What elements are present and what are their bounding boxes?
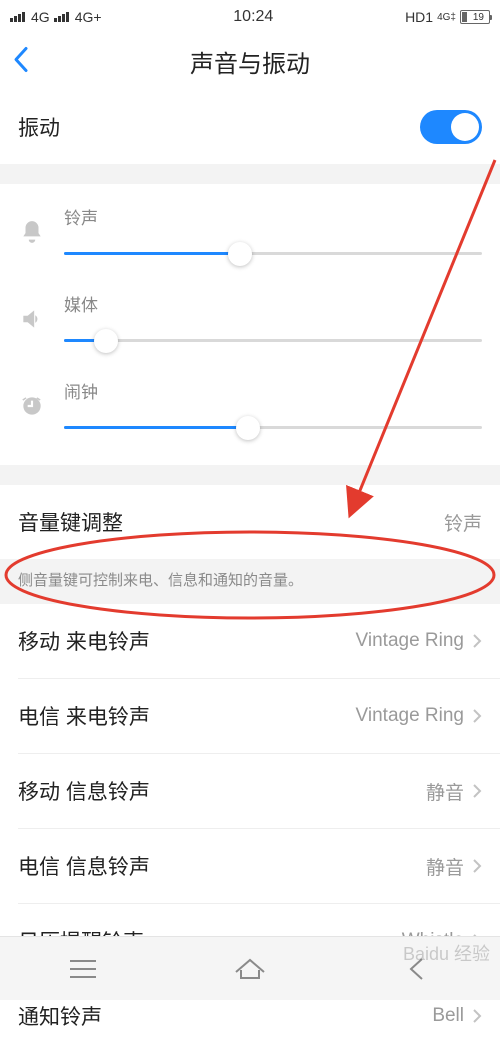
status-left: 4G 4G+ — [10, 9, 102, 25]
page-title: 声音与振动 — [190, 44, 310, 79]
ringtone-label: 通知铃声 — [18, 1001, 102, 1031]
battery-icon: 19 — [460, 10, 490, 24]
media-slider-label: 媒体 — [64, 291, 482, 316]
media-slider-row: 媒体 — [18, 291, 482, 356]
ringtone-label: 移动 信息铃声 — [18, 776, 150, 806]
home-icon — [233, 956, 267, 982]
nav-home-button[interactable] — [210, 949, 290, 989]
vibration-row[interactable]: 振动 — [0, 90, 500, 164]
chevron-right-icon — [472, 1008, 482, 1024]
ringtone-value: 静音 — [426, 853, 482, 880]
watermark: Baidu 经验 — [403, 940, 490, 966]
net-small: 4G‡ — [437, 12, 456, 23]
volume-key-value: 铃声 — [444, 509, 482, 536]
section-gap — [0, 465, 500, 485]
section-gap — [0, 164, 500, 184]
ringtone-slider[interactable] — [64, 239, 482, 269]
chevron-right-icon — [472, 708, 482, 724]
ringtone-label: 电信 来电铃声 — [18, 701, 150, 731]
ringtone-row-telecom_call[interactable]: 电信 来电铃声 Vintage Ring — [0, 679, 500, 753]
page-header: 声音与振动 — [0, 34, 500, 90]
ringtone-slider-label: 铃声 — [64, 204, 482, 229]
status-time: 10:24 — [233, 8, 273, 26]
vibration-label: 振动 — [18, 112, 60, 142]
alarm-slider-label: 闹钟 — [64, 378, 482, 403]
alarm-slider-row: 闹钟 — [18, 378, 482, 443]
network-2: 4G+ — [75, 9, 102, 25]
ringtone-value: 静音 — [426, 778, 482, 805]
volume-key-row[interactable]: 音量键调整 铃声 — [0, 485, 500, 559]
signal-bars-icon — [54, 12, 69, 22]
status-bar: 4G 4G+ 10:24 HD1 4G‡ 19 — [0, 0, 500, 34]
chevron-right-icon — [472, 783, 482, 799]
ringtone-slider-row: 铃声 — [18, 204, 482, 269]
bell-icon — [18, 218, 46, 246]
media-slider[interactable] — [64, 326, 482, 356]
chevron-right-icon — [472, 633, 482, 649]
ringtone-label: 移动 来电铃声 — [18, 626, 150, 656]
nav-menu-button[interactable] — [43, 949, 123, 989]
hd-indicator: HD1 — [405, 9, 433, 25]
status-right: HD1 4G‡ 19 — [405, 9, 490, 25]
volume-sliders: 铃声 媒体 闹钟 — [0, 184, 500, 465]
menu-icon — [68, 958, 98, 980]
speaker-icon — [18, 305, 46, 333]
chevron-right-icon — [472, 858, 482, 874]
volume-key-label: 音量键调整 — [18, 507, 123, 537]
alarm-clock-icon — [18, 392, 46, 420]
ringtone-row-telecom_msg[interactable]: 电信 信息铃声 静音 — [0, 829, 500, 903]
back-button[interactable] — [12, 45, 30, 78]
ringtone-row-mobile_msg[interactable]: 移动 信息铃声 静音 — [0, 754, 500, 828]
ringtone-value: Bell — [432, 1005, 482, 1027]
chevron-left-icon — [12, 45, 30, 73]
signal-bars-icon — [10, 12, 25, 22]
ringtone-value: Vintage Ring — [356, 630, 482, 652]
volume-key-hint: 侧音量键可控制来电、信息和通知的音量。 — [0, 559, 500, 604]
ringtone-label: 电信 信息铃声 — [18, 851, 150, 881]
ringtone-value: Vintage Ring — [356, 705, 482, 727]
alarm-slider[interactable] — [64, 413, 482, 443]
ringtone-row-mobile_call[interactable]: 移动 来电铃声 Vintage Ring — [0, 604, 500, 678]
vibration-toggle[interactable] — [420, 110, 482, 144]
network-1: 4G — [31, 9, 50, 25]
